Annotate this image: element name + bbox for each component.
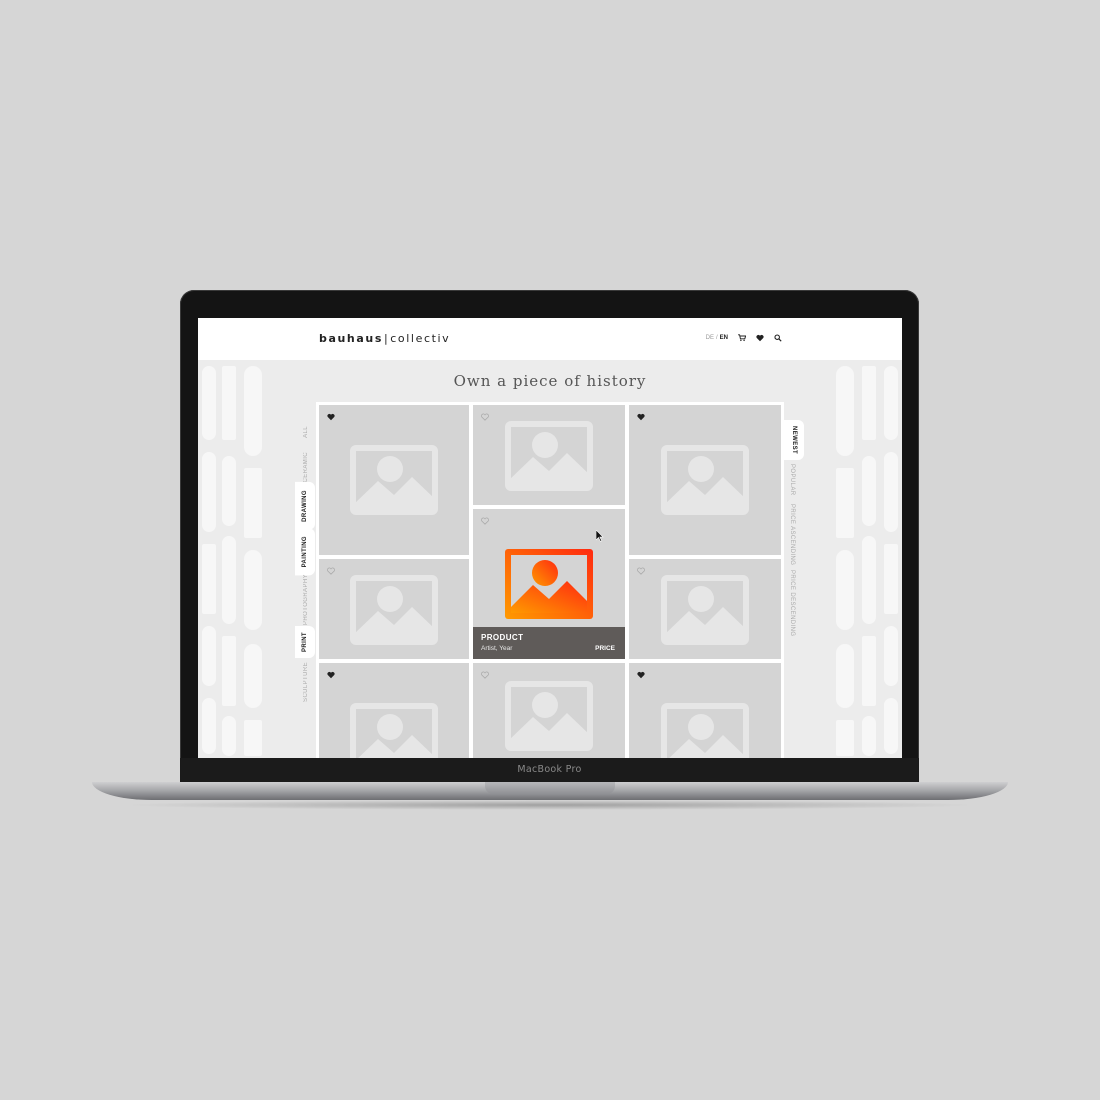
- product-artist-year: Artist, Year: [481, 645, 513, 652]
- heart-outline-icon[interactable]: [481, 413, 489, 421]
- heart-filled-icon[interactable]: [327, 413, 335, 421]
- product-price: PRICE: [595, 645, 615, 652]
- heart-outline-icon[interactable]: [327, 567, 335, 575]
- category-sculpture[interactable]: SCULPTURE: [301, 662, 311, 702]
- browser-screen: bauhaus|collectiv DE / EN Own a piece of…: [198, 318, 902, 758]
- logo-sub: collectiv: [390, 332, 451, 345]
- gallery-section: Own a piece of history ALL CERAMIC DRAWI…: [198, 360, 902, 758]
- category-painting[interactable]: PAINTING: [295, 528, 315, 576]
- sort-price-ascending[interactable]: PRICE ASCENDING: [789, 504, 795, 565]
- image-placeholder-icon: [505, 681, 593, 751]
- site-header: bauhaus|collectiv DE / EN: [198, 318, 902, 360]
- decorative-pattern-left: [202, 366, 262, 756]
- heart-icon[interactable]: [756, 334, 764, 342]
- category-drawing[interactable]: DRAWING: [295, 482, 315, 530]
- product-caption: PRODUCT Artist, Year PRICE: [473, 627, 625, 659]
- heart-filled-icon[interactable]: [327, 671, 335, 679]
- image-placeholder-icon: [661, 703, 749, 758]
- decorative-pattern-right: [836, 366, 898, 756]
- logo-main: bauhaus: [319, 332, 383, 345]
- product-tile[interactable]: [473, 405, 625, 505]
- heart-outline-icon[interactable]: [481, 671, 489, 679]
- search-icon[interactable]: [774, 334, 782, 342]
- site-logo[interactable]: bauhaus|collectiv: [319, 332, 450, 345]
- laptop-shadow: [120, 800, 980, 810]
- category-ceramic[interactable]: CERAMIC: [301, 452, 311, 482]
- product-tile[interactable]: [319, 405, 469, 555]
- image-placeholder-accent-icon: [505, 549, 593, 619]
- product-tile[interactable]: [629, 559, 781, 659]
- logo-separator: |: [383, 332, 390, 345]
- laptop-notch: [485, 782, 615, 794]
- image-placeholder-icon: [661, 445, 749, 515]
- product-grid: PRODUCT Artist, Year PRICE: [316, 402, 784, 758]
- category-print[interactable]: PRINT: [295, 626, 315, 658]
- category-all[interactable]: ALL: [301, 426, 311, 438]
- product-tile[interactable]: [629, 663, 781, 758]
- lang-en-link[interactable]: EN: [720, 335, 728, 341]
- language-switch: DE / EN: [706, 335, 728, 341]
- page-title: Own a piece of history: [453, 372, 647, 390]
- image-placeholder-icon: [350, 445, 438, 515]
- mouse-cursor-icon: [596, 530, 604, 542]
- product-tile[interactable]: [473, 663, 625, 758]
- image-placeholder-icon: [350, 703, 438, 758]
- sort-popular[interactable]: POPULAR: [789, 464, 795, 495]
- sort-price-descending[interactable]: PRICE DESCENDING: [789, 570, 795, 636]
- image-placeholder-icon: [505, 421, 593, 491]
- heart-filled-icon[interactable]: [637, 413, 645, 421]
- heart-filled-icon[interactable]: [637, 671, 645, 679]
- product-tile[interactable]: [319, 559, 469, 659]
- laptop-chin: MacBook Pro: [180, 758, 919, 782]
- cart-icon[interactable]: [738, 334, 746, 342]
- heart-outline-icon[interactable]: [481, 517, 489, 525]
- sort-newest[interactable]: NEWEST: [784, 420, 804, 461]
- heart-outline-icon[interactable]: [637, 567, 645, 575]
- header-actions: DE / EN: [706, 334, 782, 342]
- lang-separator: /: [715, 335, 718, 341]
- product-name: PRODUCT: [481, 633, 524, 642]
- image-placeholder-icon: [661, 575, 749, 645]
- device-label: MacBook Pro: [517, 764, 582, 775]
- lang-de-link[interactable]: DE: [706, 335, 714, 341]
- product-tile[interactable]: [319, 663, 469, 758]
- category-photography[interactable]: PHOTOGRAPHY: [301, 574, 311, 625]
- product-tile[interactable]: [629, 405, 781, 555]
- image-placeholder-icon: [350, 575, 438, 645]
